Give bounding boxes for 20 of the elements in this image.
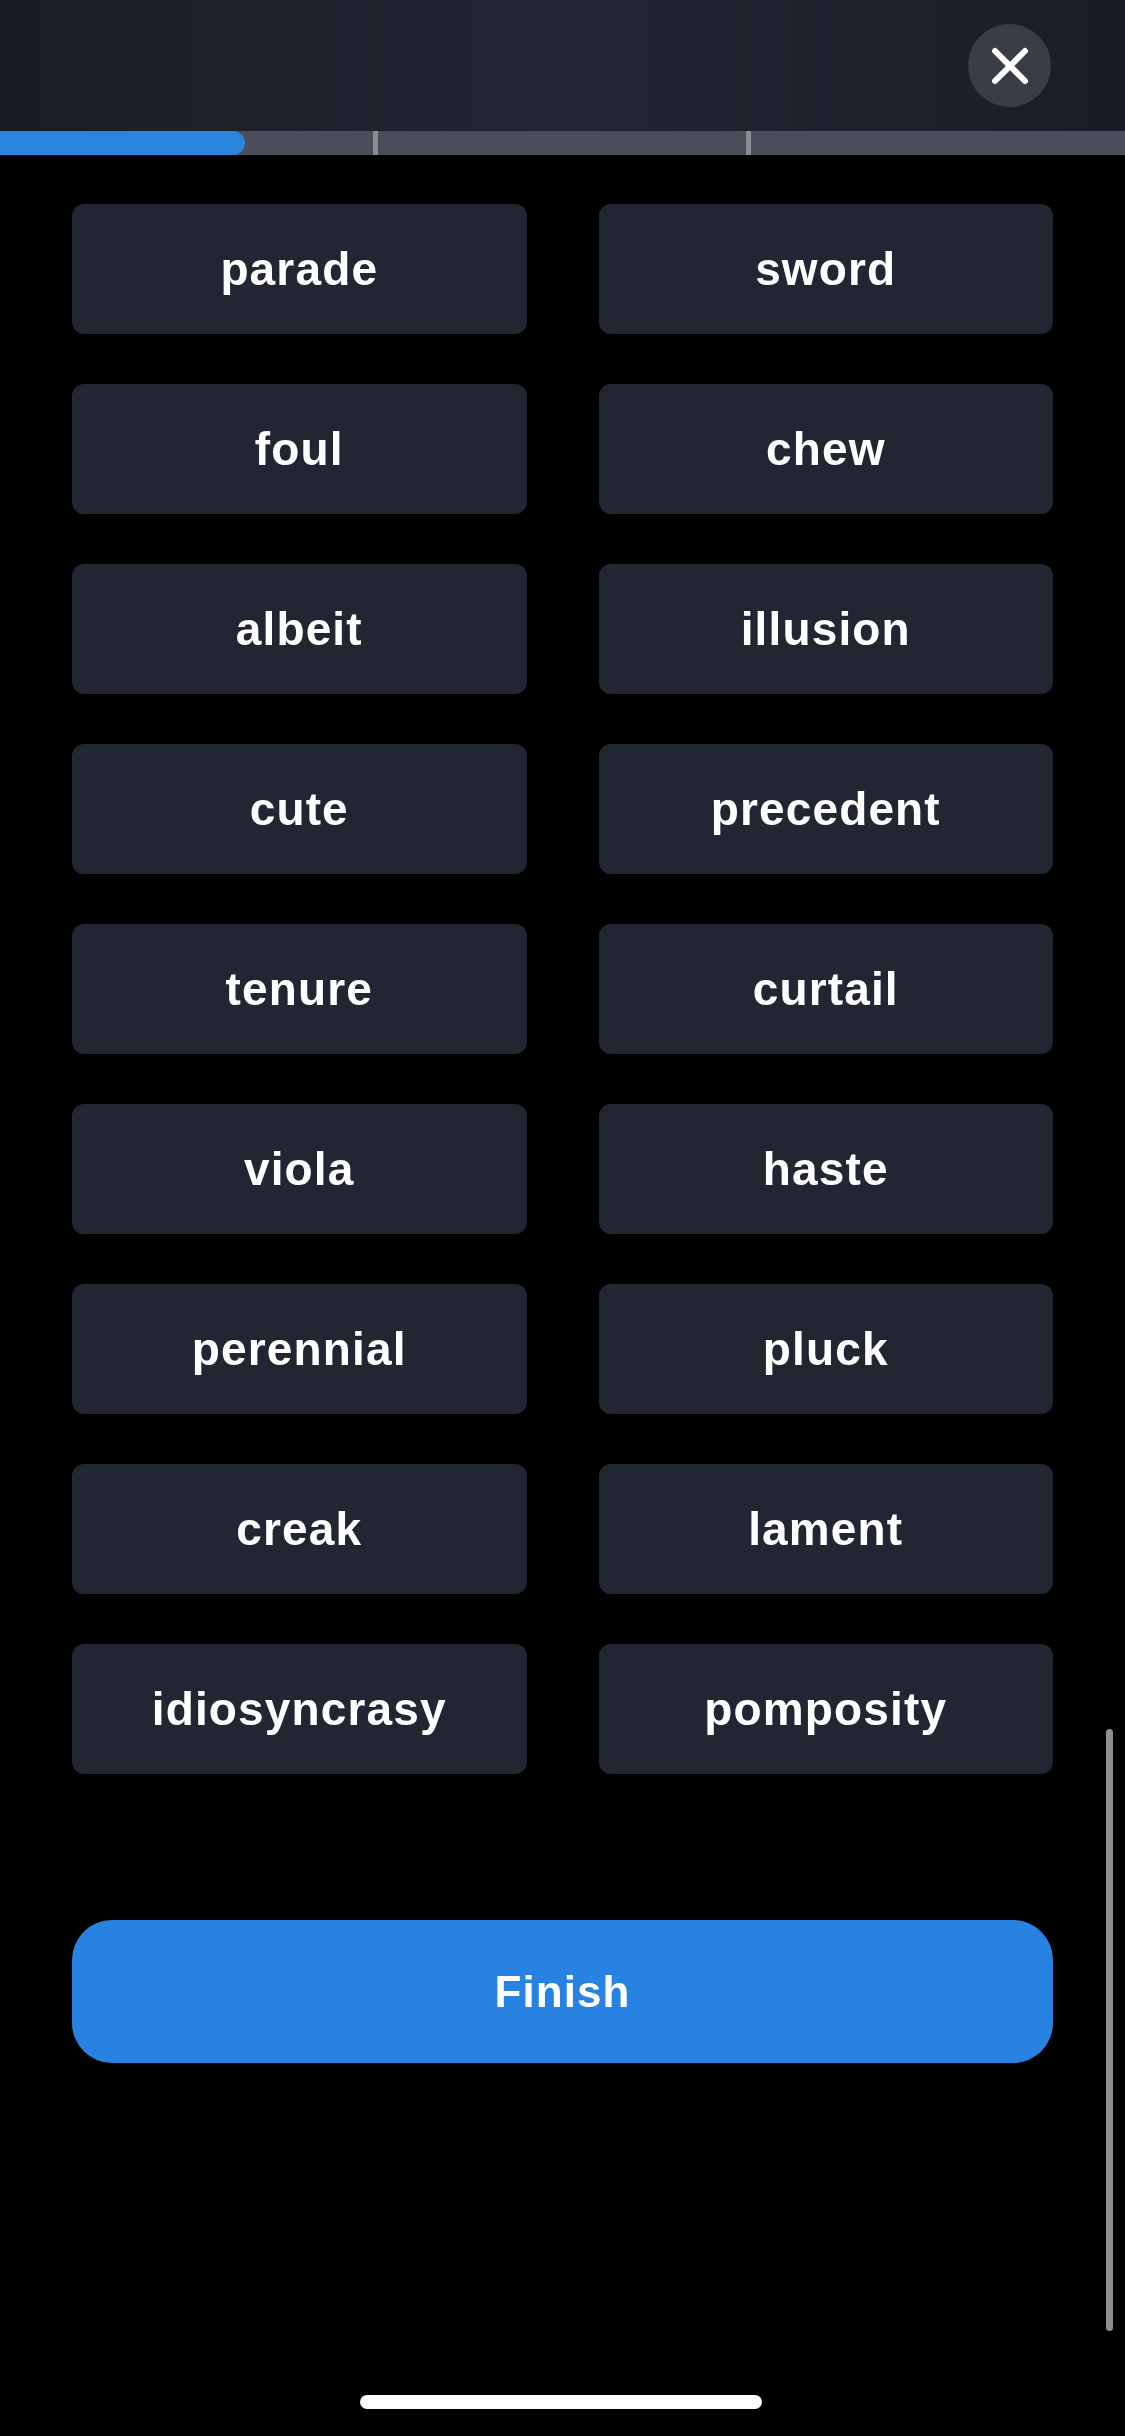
word-card[interactable]: viola [72, 1104, 527, 1234]
word-card[interactable]: cute [72, 744, 527, 874]
finish-button[interactable]: Finish [72, 1920, 1053, 2063]
word-card[interactable]: albeit [72, 564, 527, 694]
word-card[interactable]: idiosyncrasy [72, 1644, 527, 1774]
word-card[interactable]: perennial [72, 1284, 527, 1414]
word-card[interactable]: haste [598, 1104, 1053, 1234]
word-card[interactable]: tenure [72, 924, 527, 1054]
close-icon [990, 46, 1029, 85]
word-card[interactable]: precedent [598, 744, 1053, 874]
word-card[interactable]: lament [598, 1464, 1053, 1594]
word-card[interactable]: sword [598, 204, 1053, 334]
word-card[interactable]: curtail [598, 924, 1053, 1054]
word-card[interactable]: creak [72, 1464, 527, 1594]
word-card[interactable]: pluck [598, 1284, 1053, 1414]
word-card[interactable]: parade [72, 204, 527, 334]
word-card[interactable]: illusion [598, 564, 1053, 694]
word-card[interactable]: foul [72, 384, 527, 514]
word-card[interactable]: chew [598, 384, 1053, 514]
word-card[interactable]: pomposity [598, 1644, 1053, 1774]
